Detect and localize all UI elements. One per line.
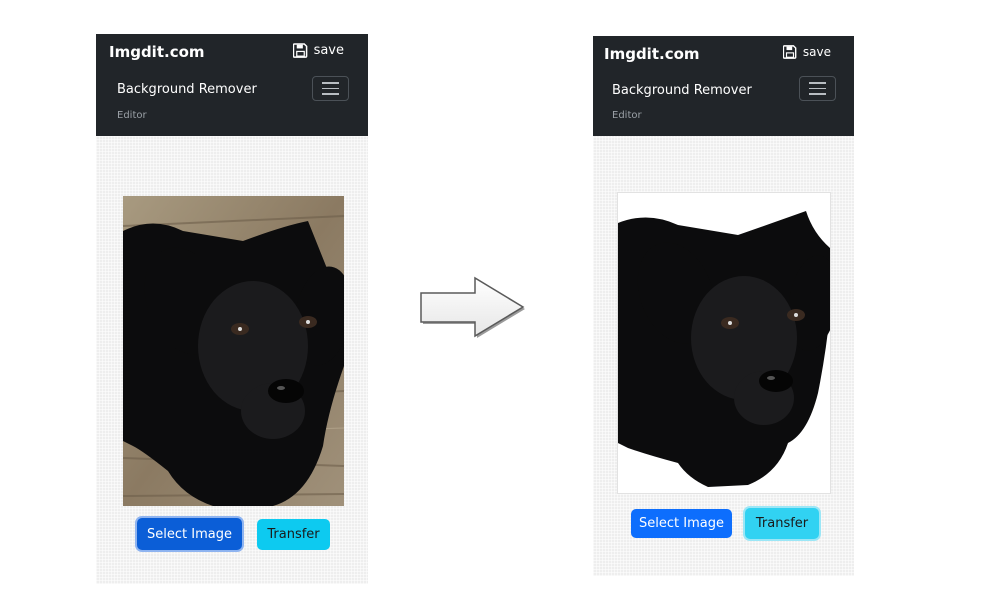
- source-image: [123, 196, 344, 506]
- transfer-button[interactable]: Transfer: [745, 508, 819, 539]
- save-button[interactable]: save: [292, 43, 344, 58]
- result-image: [617, 192, 831, 494]
- save-label: save: [313, 43, 344, 58]
- hamburger-menu-icon[interactable]: [799, 76, 836, 101]
- after-screen: Imgdit.com save Background Remover Edito…: [593, 36, 854, 576]
- floppy-disk-icon: [292, 43, 308, 58]
- select-image-button[interactable]: Select Image: [137, 518, 242, 550]
- navbar: Imgdit.com save Background Remover Edito…: [96, 34, 368, 136]
- right-arrow-icon: [417, 276, 527, 340]
- transfer-button[interactable]: Transfer: [257, 519, 330, 550]
- navbar: Imgdit.com save Background Remover Edito…: [593, 36, 854, 136]
- navbar-brand[interactable]: Imgdit.com: [604, 45, 700, 63]
- navbar-brand[interactable]: Imgdit.com: [109, 43, 205, 61]
- select-image-button[interactable]: Select Image: [631, 509, 732, 538]
- page-title: Background Remover: [612, 83, 752, 98]
- page-title: Background Remover: [117, 82, 257, 97]
- hamburger-menu-icon[interactable]: [312, 76, 349, 101]
- before-screen: Imgdit.com save Background Remover Edito…: [96, 34, 368, 584]
- save-button[interactable]: save: [782, 45, 831, 59]
- floppy-disk-icon: [782, 45, 797, 59]
- save-label: save: [802, 45, 831, 59]
- page-subtitle: Editor: [612, 110, 642, 121]
- page-subtitle: Editor: [117, 110, 147, 121]
